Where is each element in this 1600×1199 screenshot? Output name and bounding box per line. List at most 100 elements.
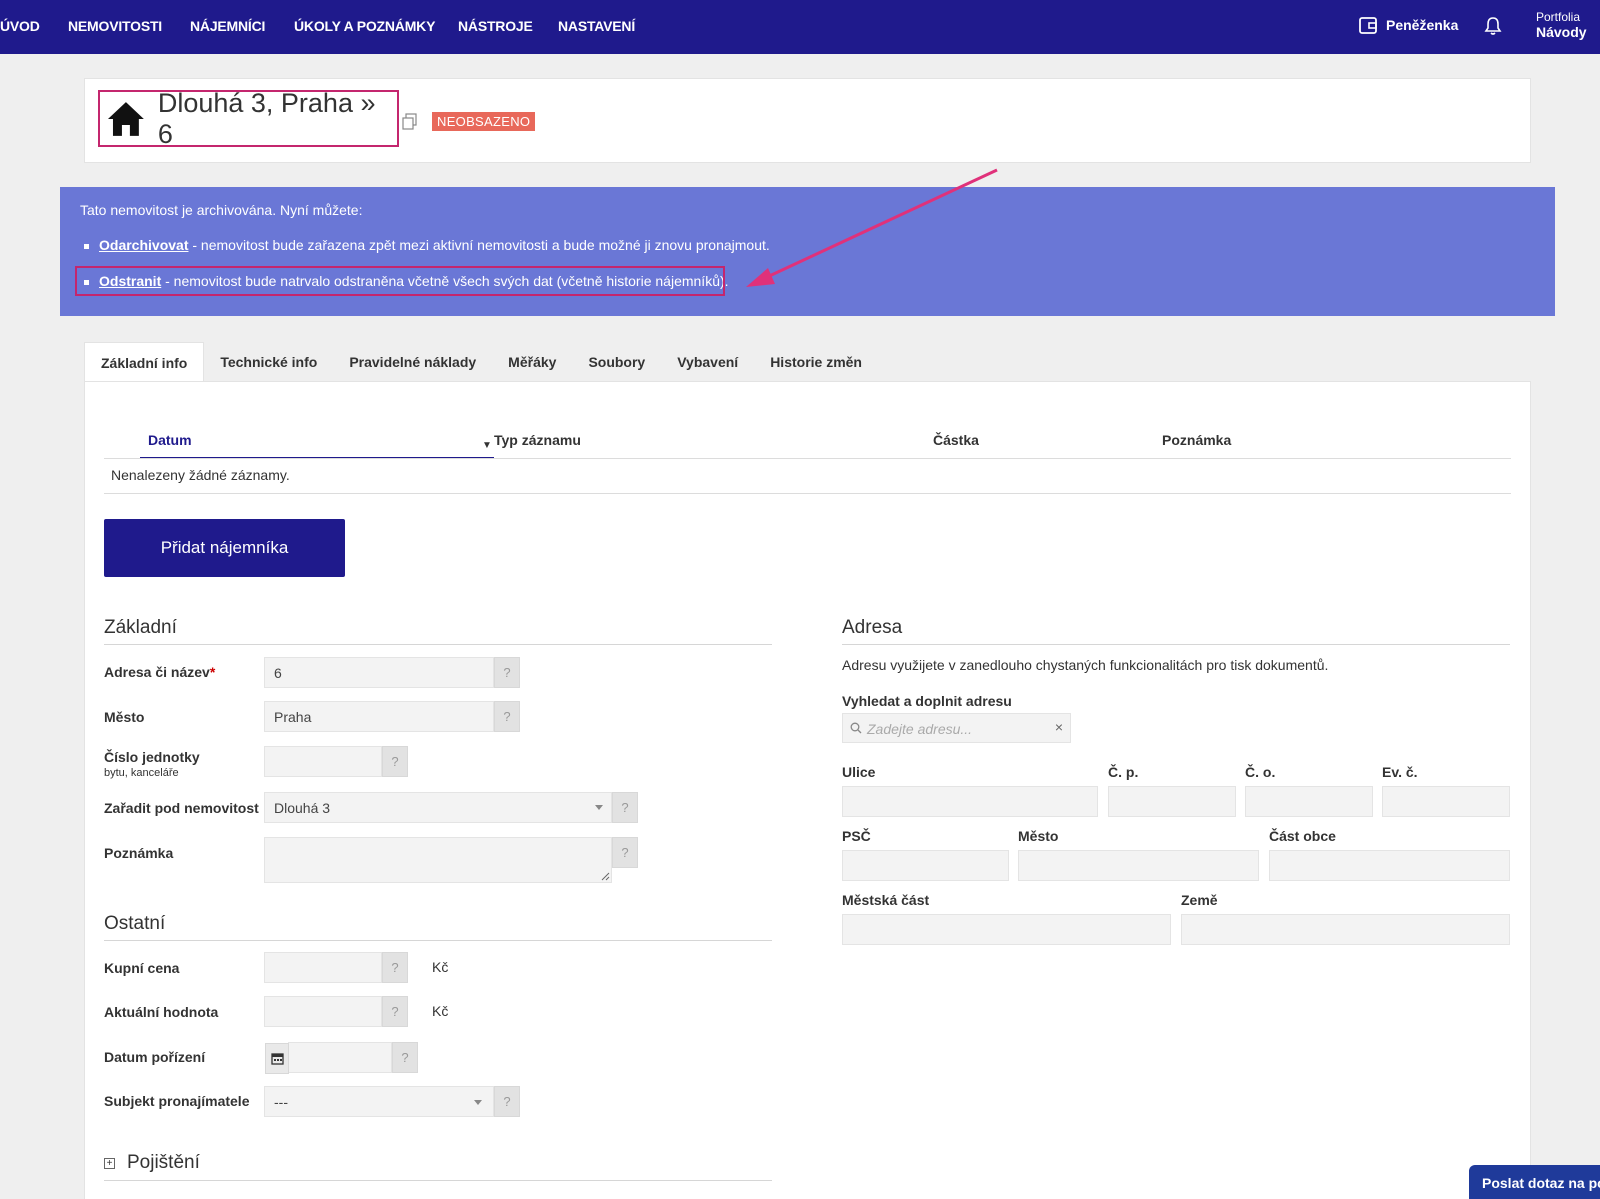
table-divider — [104, 493, 1511, 494]
unarchive-text: - nemovitost bude zařazena zpět mezi akt… — [188, 237, 770, 253]
resize-handle-icon[interactable] — [601, 872, 610, 881]
status-badge: NEOBSAZENO — [432, 112, 536, 131]
section-title-other: Ostatní — [104, 913, 166, 934]
clear-icon[interactable]: × — [1055, 719, 1063, 735]
city-part-input[interactable] — [842, 914, 1171, 945]
address-search-input[interactable]: Zadejte adresu... × — [842, 713, 1071, 743]
nav-item-nastaveni[interactable]: NASTAVENÍ — [558, 18, 635, 34]
help-button[interactable]: ? — [382, 746, 408, 777]
tab-meraky[interactable]: Měřáky — [492, 342, 572, 382]
country-label: Země — [1181, 892, 1218, 908]
address-label-text: Adresa či název — [104, 664, 210, 680]
nav-item-ukoly[interactable]: ÚKOLY A POZNÁMKY — [294, 18, 435, 34]
chevron-down-icon — [474, 1100, 482, 1105]
help-button[interactable]: ? — [494, 1086, 520, 1117]
tab-technicke-info[interactable]: Technické info — [204, 342, 333, 382]
section-divider — [104, 644, 772, 645]
nav-item-nemovitosti[interactable]: NEMOVITOSTI — [68, 18, 162, 34]
empty-table-message: Nenalezeny žádné záznamy. — [111, 467, 290, 483]
help-button[interactable]: ? — [382, 952, 408, 983]
orientation-number-label: Č. o. — [1245, 764, 1276, 780]
property-title-highlight: Dlouhá 3, Praha » 6 — [98, 88, 399, 149]
calendar-icon[interactable] — [265, 1043, 289, 1074]
sort-desc-icon[interactable]: ▼ — [482, 440, 492, 451]
section-divider — [104, 940, 772, 941]
unit-number-label: Číslo jednotky — [104, 749, 200, 765]
tab-vybaveni[interactable]: Vybavení — [661, 342, 754, 382]
nav-item-najemnici[interactable]: NÁJEMNÍCI — [190, 18, 265, 34]
acquisition-date-label: Datum pořízení — [104, 1049, 206, 1065]
address-search-label: Vyhledat a doplnit adresu — [842, 693, 1012, 709]
tab-soubory[interactable]: Soubory — [572, 342, 661, 382]
column-header-castka[interactable]: Částka — [933, 432, 979, 448]
tab-pravidelne-naklady[interactable]: Pravidelné náklady — [333, 342, 492, 382]
search-placeholder: Zadejte adresu... — [867, 721, 973, 737]
purchase-price-input[interactable] — [264, 952, 382, 983]
tab-zakladni-info[interactable]: Základní info — [84, 342, 205, 382]
tab-historie-zmen[interactable]: Historie změn — [754, 342, 878, 382]
wallet-label: Peněženka — [1386, 17, 1459, 33]
district-input[interactable] — [1269, 850, 1510, 881]
property-tabs: Základní info Technické info Pravidelné … — [84, 342, 878, 382]
unit-number-input[interactable] — [264, 746, 382, 777]
help-button[interactable]: ? — [612, 792, 638, 823]
help-button[interactable]: ? — [382, 996, 408, 1027]
orientation-number-input[interactable] — [1245, 786, 1373, 817]
currency-label: Kč — [432, 959, 449, 975]
city-label: Město — [104, 709, 145, 725]
banner-intro: Tato nemovitost je archivována. Nyní můž… — [80, 202, 363, 218]
help-button[interactable]: ? — [494, 701, 520, 732]
copy-icon[interactable] — [402, 113, 417, 130]
current-value-input[interactable] — [264, 996, 382, 1027]
purchase-price-label: Kupní cena — [104, 960, 180, 976]
nav-item-nastroje[interactable]: NÁSTROJE — [458, 18, 533, 34]
address-input[interactable]: 6 — [264, 657, 494, 688]
parent-property-select[interactable]: Dlouhá 3 — [264, 792, 612, 823]
support-button[interactable]: Poslat dotaz na podporu — [1469, 1165, 1600, 1199]
banner-item-unarchive: Odarchivovat - nemovitost bude zařazena … — [84, 237, 770, 253]
street-input[interactable] — [842, 786, 1098, 817]
section-title-insurance[interactable]: Pojištění — [127, 1152, 200, 1174]
column-header-typ[interactable]: Typ záznamu — [494, 432, 581, 448]
section-title-address: Adresa — [842, 617, 903, 638]
add-tenant-button[interactable]: Přidat nájemníka — [104, 519, 345, 577]
house-number-label: Č. p. — [1108, 764, 1139, 780]
archive-banner: Tato nemovitost je archivována. Nyní můž… — [60, 187, 1555, 316]
help-button[interactable]: ? — [494, 657, 520, 688]
zip-input[interactable] — [842, 850, 1009, 881]
expand-plus-icon[interactable]: + — [104, 1158, 115, 1169]
country-input[interactable] — [1181, 914, 1510, 945]
acquisition-date-input[interactable] — [288, 1042, 392, 1073]
currency-label: Kč — [432, 1003, 449, 1019]
delete-highlight — [75, 266, 725, 296]
nav-item-uvod[interactable]: ÚVOD — [0, 18, 40, 34]
wallet-link[interactable]: Peněženka — [1358, 15, 1458, 35]
parent-property-label: Zařadit pod nemovitost — [104, 800, 259, 816]
column-header-datum[interactable]: Datum — [140, 422, 494, 459]
bell-icon[interactable] — [1484, 16, 1502, 36]
evidence-number-input[interactable] — [1382, 786, 1510, 817]
address-city-input[interactable] — [1018, 850, 1259, 881]
note-textarea[interactable] — [264, 837, 612, 883]
portfolio-menu[interactable]: Portfolia Návody — [1536, 10, 1587, 40]
note-label: Poznámka — [104, 845, 174, 861]
section-divider — [104, 1180, 772, 1181]
top-navigation: ÚVOD NEMOVITOSTI NÁJEMNÍCI ÚKOLY A POZNÁ… — [0, 0, 1600, 54]
landlord-subject-select[interactable]: --- — [264, 1086, 494, 1117]
bullet-icon — [84, 243, 89, 249]
required-marker: * — [209, 664, 216, 680]
guides-label: Návody — [1536, 24, 1587, 40]
column-header-poznamka[interactable]: Poznámka — [1162, 432, 1231, 448]
house-number-input[interactable] — [1108, 786, 1236, 817]
evidence-number-label: Ev. č. — [1382, 764, 1418, 780]
section-divider — [842, 644, 1510, 645]
table-divider — [104, 458, 1511, 459]
chevron-down-icon — [595, 805, 603, 810]
city-part-label: Městská část — [842, 892, 930, 908]
unarchive-link[interactable]: Odarchivovat — [99, 237, 188, 253]
help-button[interactable]: ? — [612, 837, 638, 868]
city-input[interactable]: Praha — [264, 701, 494, 732]
landlord-subject-label: Subjekt pronajímatele — [104, 1093, 250, 1109]
help-button[interactable]: ? — [392, 1042, 418, 1073]
wallet-icon — [1359, 17, 1377, 34]
